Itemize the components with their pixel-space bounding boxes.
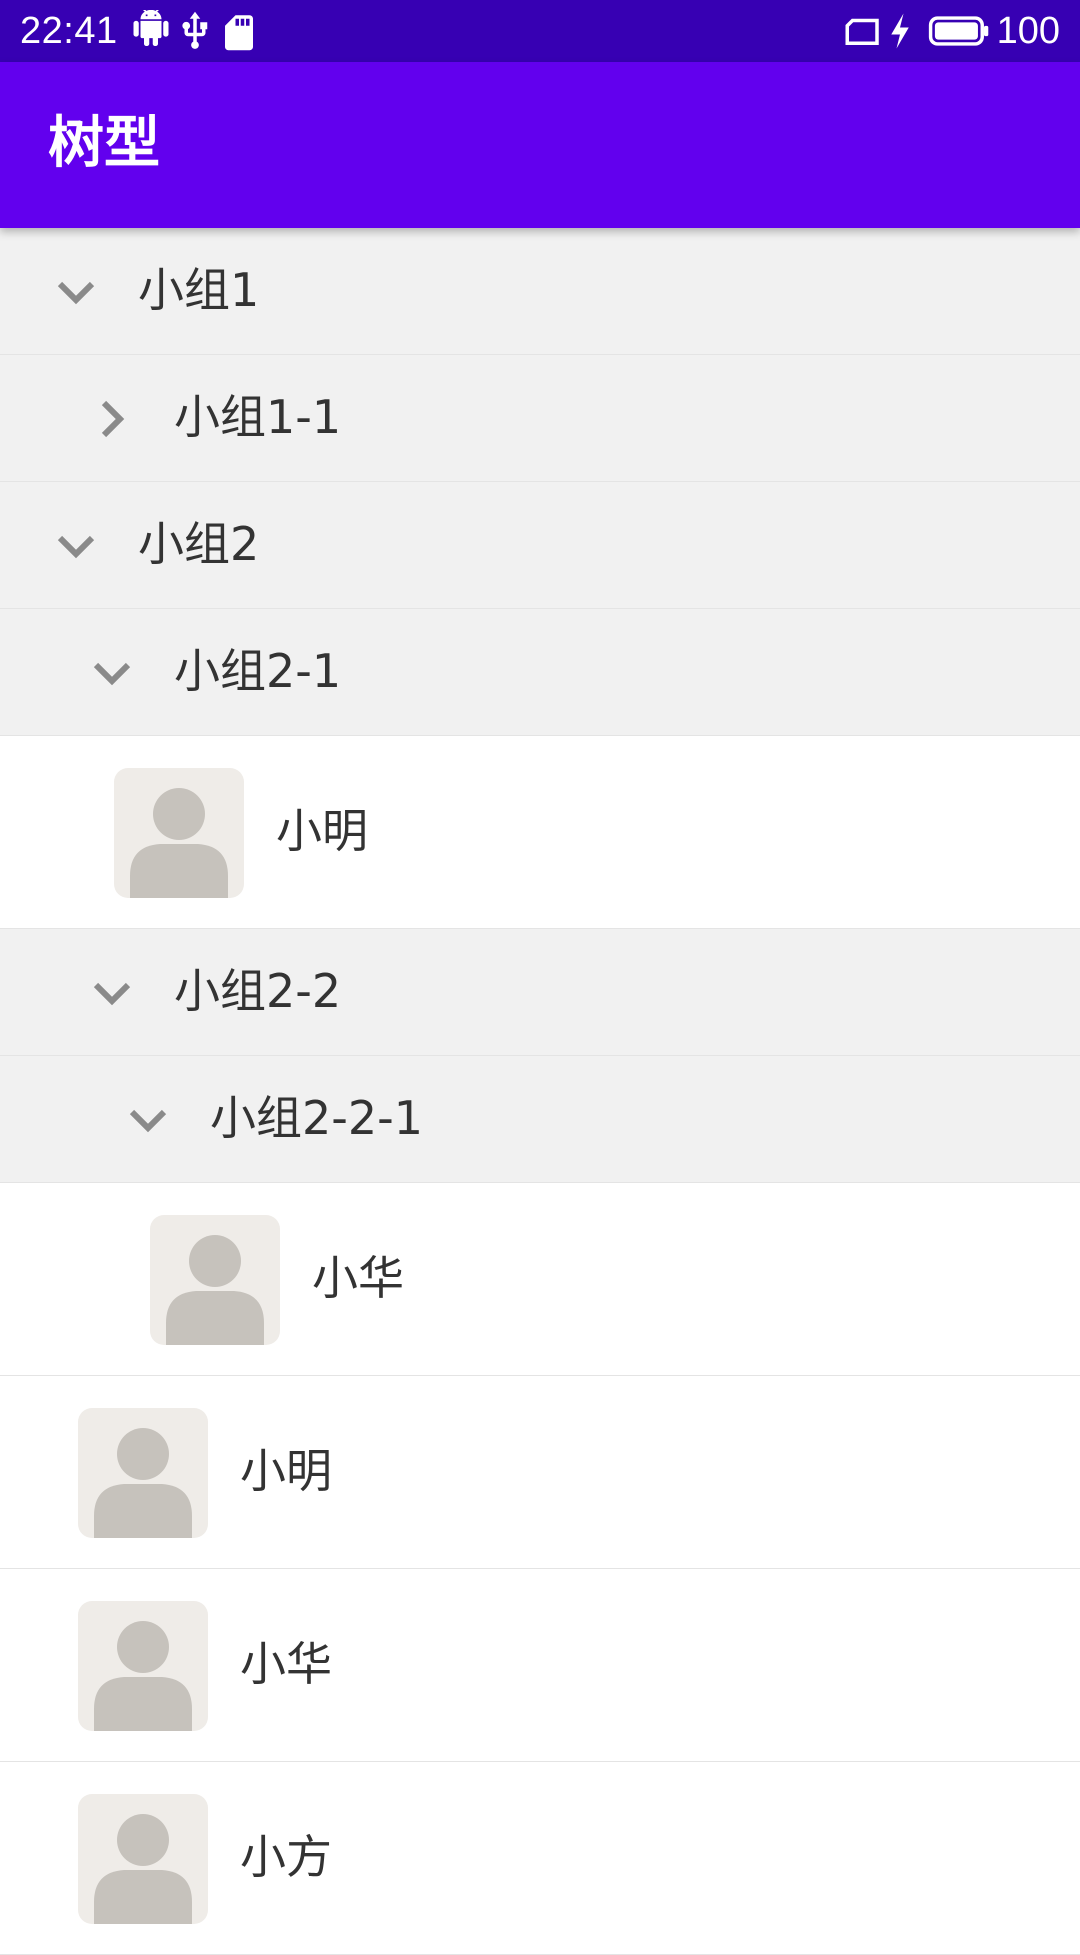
- tree-member-row[interactable]: 小明: [0, 736, 1080, 929]
- avatar: [114, 768, 244, 898]
- member-label: 小明: [240, 1444, 332, 1498]
- group-label: 小组1-1: [174, 390, 342, 444]
- member-label: 小明: [276, 804, 368, 858]
- avatar: [150, 1215, 280, 1345]
- tree-member-row[interactable]: 小明: [0, 1376, 1080, 1569]
- screen-rotation-icon: [845, 18, 879, 45]
- tree-list: 小组1 小组1-1 小组2 小组2-1 小明 小组2-2 小组2-2-1 小华 …: [0, 228, 1080, 1955]
- avatar: [78, 1794, 208, 1924]
- tree-group-row[interactable]: 小组2-2-1: [0, 1056, 1080, 1183]
- person-placeholder-icon: [94, 1428, 192, 1538]
- chevron-down-icon: [57, 535, 95, 559]
- battery-level: 100: [996, 10, 1060, 52]
- charging-bolt-icon: [891, 13, 909, 49]
- chevron-down-icon: [93, 662, 131, 686]
- chevron-down-icon: [129, 1109, 167, 1133]
- app-toolbar: 树型: [0, 62, 1080, 228]
- person-placeholder-icon: [94, 1814, 192, 1924]
- member-label: 小方: [240, 1830, 332, 1884]
- group-label: 小组2-2: [174, 964, 342, 1018]
- tree-member-row[interactable]: 小方: [0, 1762, 1080, 1955]
- group-label: 小组2-1: [174, 644, 342, 698]
- person-placeholder-icon: [130, 788, 228, 898]
- chevron-right-icon: [101, 400, 125, 438]
- tree-group-row[interactable]: 小组2-1: [0, 609, 1080, 736]
- tree-group-row[interactable]: 小组2: [0, 482, 1080, 609]
- tree-group-row[interactable]: 小组1-1: [0, 355, 1080, 482]
- sd-card-icon: [225, 15, 253, 51]
- tree-group-row[interactable]: 小组2-2: [0, 929, 1080, 1056]
- chevron-down-icon: [93, 982, 131, 1006]
- page-title: 树型: [48, 111, 160, 176]
- android-icon: [133, 10, 169, 47]
- member-label: 小华: [240, 1637, 332, 1691]
- battery-icon: [928, 16, 989, 46]
- avatar: [78, 1601, 208, 1731]
- usb-icon: [182, 11, 208, 49]
- group-label: 小组2: [138, 517, 260, 571]
- member-label: 小华: [312, 1251, 404, 1305]
- tree-group-row[interactable]: 小组1: [0, 228, 1080, 355]
- chevron-down-icon: [57, 281, 95, 305]
- person-placeholder-icon: [166, 1235, 264, 1345]
- group-label: 小组2-2-1: [210, 1091, 423, 1145]
- status-time: 22:41: [20, 10, 118, 52]
- tree-member-row[interactable]: 小华: [0, 1569, 1080, 1762]
- tree-member-row[interactable]: 小华: [0, 1183, 1080, 1376]
- group-label: 小组1: [138, 263, 260, 317]
- person-placeholder-icon: [94, 1621, 192, 1731]
- status-bar: 22:41 100: [0, 0, 1080, 62]
- avatar: [78, 1408, 208, 1538]
